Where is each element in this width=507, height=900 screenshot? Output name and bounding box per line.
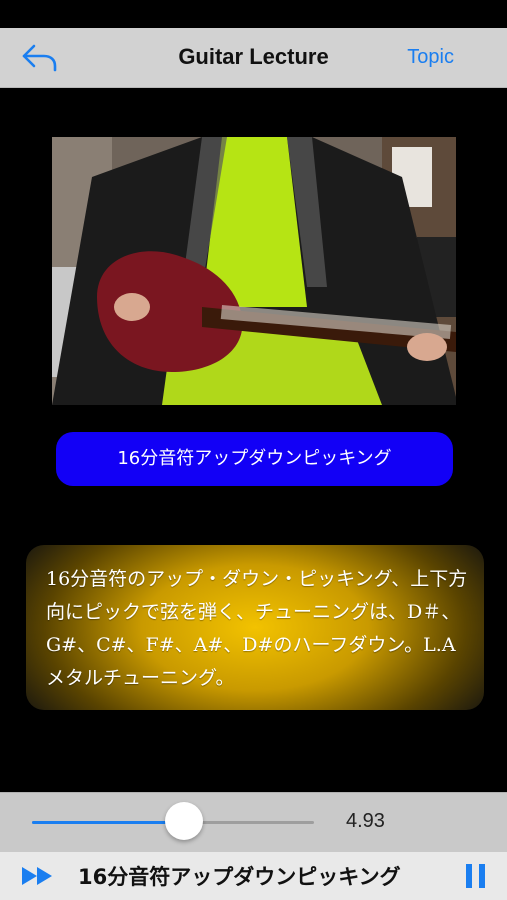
playback-slider-bar: 4.93 (0, 792, 507, 852)
lesson-video[interactable] (52, 137, 456, 405)
progress-slider-fill (32, 821, 185, 824)
pause-button[interactable] (464, 863, 488, 889)
status-bar (0, 0, 507, 28)
slider-value-label: 4.93 (346, 810, 385, 832)
lesson-title-button[interactable]: 16分音符アップダウンピッキング (56, 432, 453, 486)
fast-forward-button[interactable] (20, 865, 56, 887)
lesson-description-text: 16分音符のアップ・ダウン・ピッキング、上下方向にピックで弦を弾く、チューニング… (46, 568, 468, 689)
fast-forward-icon (22, 867, 52, 885)
now-playing-title: 16分音符アップダウンピッキング (78, 865, 401, 889)
now-playing-bar: 16分音符アップダウンピッキング (0, 852, 507, 900)
navigation-bar: Guitar Lecture Topic (0, 28, 507, 88)
pause-icon (466, 864, 485, 888)
lesson-description-panel: 16分音符のアップ・ダウン・ピッキング、上下方向にピックで弦を弾く、チューニング… (26, 545, 484, 710)
guitarist-video-frame (52, 137, 456, 405)
topic-button[interactable]: Topic (407, 46, 454, 69)
progress-slider-thumb[interactable] (165, 802, 204, 840)
